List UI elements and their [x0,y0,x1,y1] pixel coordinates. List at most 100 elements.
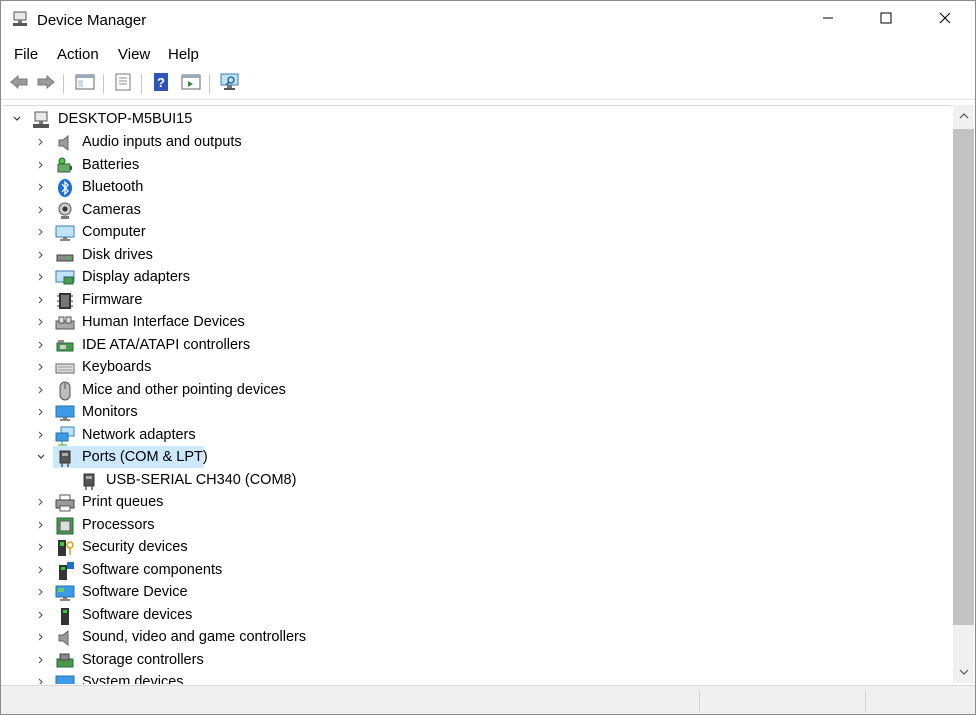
chevron-right-icon[interactable] [34,518,48,532]
tree-item-label: Cameras [82,202,141,218]
tree-item-label: Print queues [82,494,164,510]
device-manager-icon [11,10,29,28]
show-hide-console-tree-icon [75,73,95,96]
minimize-icon [822,11,834,29]
chevron-right-icon[interactable] [34,225,48,239]
chevron-down-icon [959,663,969,681]
tree-item-keyboards[interactable]: Keyboards [3,356,951,378]
menu-view[interactable]: View [118,46,150,63]
tree-item-system-devices[interactable]: System devices [3,671,951,684]
scroll-up-button[interactable] [953,107,974,125]
computer-icon [55,223,75,243]
chevron-right-icon[interactable] [34,428,48,442]
chevron-right-icon[interactable] [34,675,48,684]
chevron-right-icon[interactable] [34,180,48,194]
maximize-button[interactable] [857,1,915,39]
scrollbar-thumb[interactable] [953,129,974,625]
scan-hardware-changes-button[interactable] [218,72,242,96]
chevron-right-icon[interactable] [34,405,48,419]
chevron-right-icon[interactable] [34,608,48,622]
show-action-pane-button[interactable] [179,72,203,96]
tree-item-security-devices[interactable]: Security devices [3,536,951,558]
tree-item-software-device[interactable]: Software Device [3,581,951,603]
tree-item-audio[interactable]: Audio inputs and outputs [3,131,951,153]
tree-root[interactable]: DESKTOP-M5BUI15 [3,108,951,130]
network-adapter-icon [55,426,75,446]
help-button[interactable]: ? [149,72,173,96]
sound-controller-icon [55,628,75,648]
title-bar[interactable]: Device Manager [1,1,975,39]
chevron-right-icon[interactable] [34,585,48,599]
chevron-right-icon[interactable] [34,495,48,509]
close-button[interactable] [916,1,974,39]
tree-item-processors[interactable]: Processors [3,514,951,536]
chevron-right-icon[interactable] [34,248,48,262]
tree-item-label: System devices [82,674,184,684]
chevron-right-icon[interactable] [34,338,48,352]
mouse-icon [55,381,75,401]
scan-hardware-changes-icon [219,72,241,97]
chevron-down-icon[interactable] [10,112,24,126]
tree-item-sound-controllers[interactable]: Sound, video and game controllers [3,626,951,648]
tree-item-ports[interactable]: Ports (COM & LPT) [3,446,951,468]
chevron-right-icon[interactable] [34,135,48,149]
minimize-button[interactable] [799,1,857,39]
chevron-right-icon[interactable] [34,653,48,667]
tree-item-label: Mice and other pointing devices [82,382,286,398]
tree-item-ide-controllers[interactable]: IDE ATA/ATAPI controllers [3,334,951,356]
tree-root-label: DESKTOP-M5BUI15 [58,111,193,127]
tree-item-label: Batteries [82,157,140,173]
tree-item-hid[interactable]: Human Interface Devices [3,311,951,333]
chevron-right-icon[interactable] [34,315,48,329]
tree-item-monitors[interactable]: Monitors [3,401,951,423]
tree-item-firmware[interactable]: Firmware [3,289,951,311]
tree-item-print-queues[interactable]: Print queues [3,491,951,513]
chevron-down-icon[interactable] [34,450,48,464]
tree-item-storage-controllers[interactable]: Storage controllers [3,649,951,671]
show-action-pane-icon [181,73,201,96]
chevron-right-icon[interactable] [34,563,48,577]
chevron-right-icon[interactable] [34,360,48,374]
software-component-icon [55,561,75,581]
chevron-up-icon [959,107,969,125]
tree-item-software-components[interactable]: Software components [3,559,951,581]
menu-action[interactable]: Action [57,46,99,63]
tree-item-display-adapters[interactable]: Display adapters [3,266,951,288]
menu-file[interactable]: File [14,46,38,63]
scroll-down-button[interactable] [953,663,974,681]
tree-item-bluetooth[interactable]: Bluetooth [3,176,951,198]
tree-item-label: Software components [82,562,223,578]
vertical-scrollbar[interactable] [953,105,974,683]
tree-item-cameras[interactable]: Cameras [3,199,951,221]
tree-item-label: Keyboards [82,359,152,375]
menu-help[interactable]: Help [168,46,199,63]
tree-item-label: Disk drives [82,247,153,263]
chevron-right-icon[interactable] [34,630,48,644]
tree-item-usb-serial-ch340[interactable]: USB-SERIAL CH340 (COM8) [3,469,951,491]
properties-button[interactable] [111,72,135,96]
forward-button[interactable] [34,72,58,96]
chevron-right-icon[interactable] [34,270,48,284]
device-tree[interactable]: DESKTOP-M5BUI15 Audio inputs and outputs… [3,105,951,684]
back-button[interactable] [7,72,31,96]
chevron-right-icon[interactable] [34,158,48,172]
tree-item-label: Software devices [82,607,193,623]
svg-text:?: ? [157,75,165,90]
tree-item-network-adapters[interactable]: Network adapters [3,424,951,446]
device-manager-window: Device Manager File Action View Help ? D… [0,0,976,715]
tree-item-disk-drives[interactable]: Disk drives [3,244,951,266]
show-hide-console-tree-button[interactable] [73,72,97,96]
port-icon [79,471,99,491]
tree-item-software-devices[interactable]: Software devices [3,604,951,626]
tree-item-label: Security devices [82,539,188,555]
tree-item-batteries[interactable]: Batteries [3,154,951,176]
chevron-right-icon[interactable] [34,293,48,307]
tree-item-label: Bluetooth [82,179,144,195]
chevron-right-icon[interactable] [34,383,48,397]
tree-item-computer[interactable]: Computer [3,221,951,243]
tree-item-label: USB-SERIAL CH340 (COM8) [106,472,297,488]
tree-item-mice[interactable]: Mice and other pointing devices [3,379,951,401]
chevron-right-icon[interactable] [34,203,48,217]
chevron-right-icon[interactable] [34,540,48,554]
tree-item-label: Human Interface Devices [82,314,245,330]
